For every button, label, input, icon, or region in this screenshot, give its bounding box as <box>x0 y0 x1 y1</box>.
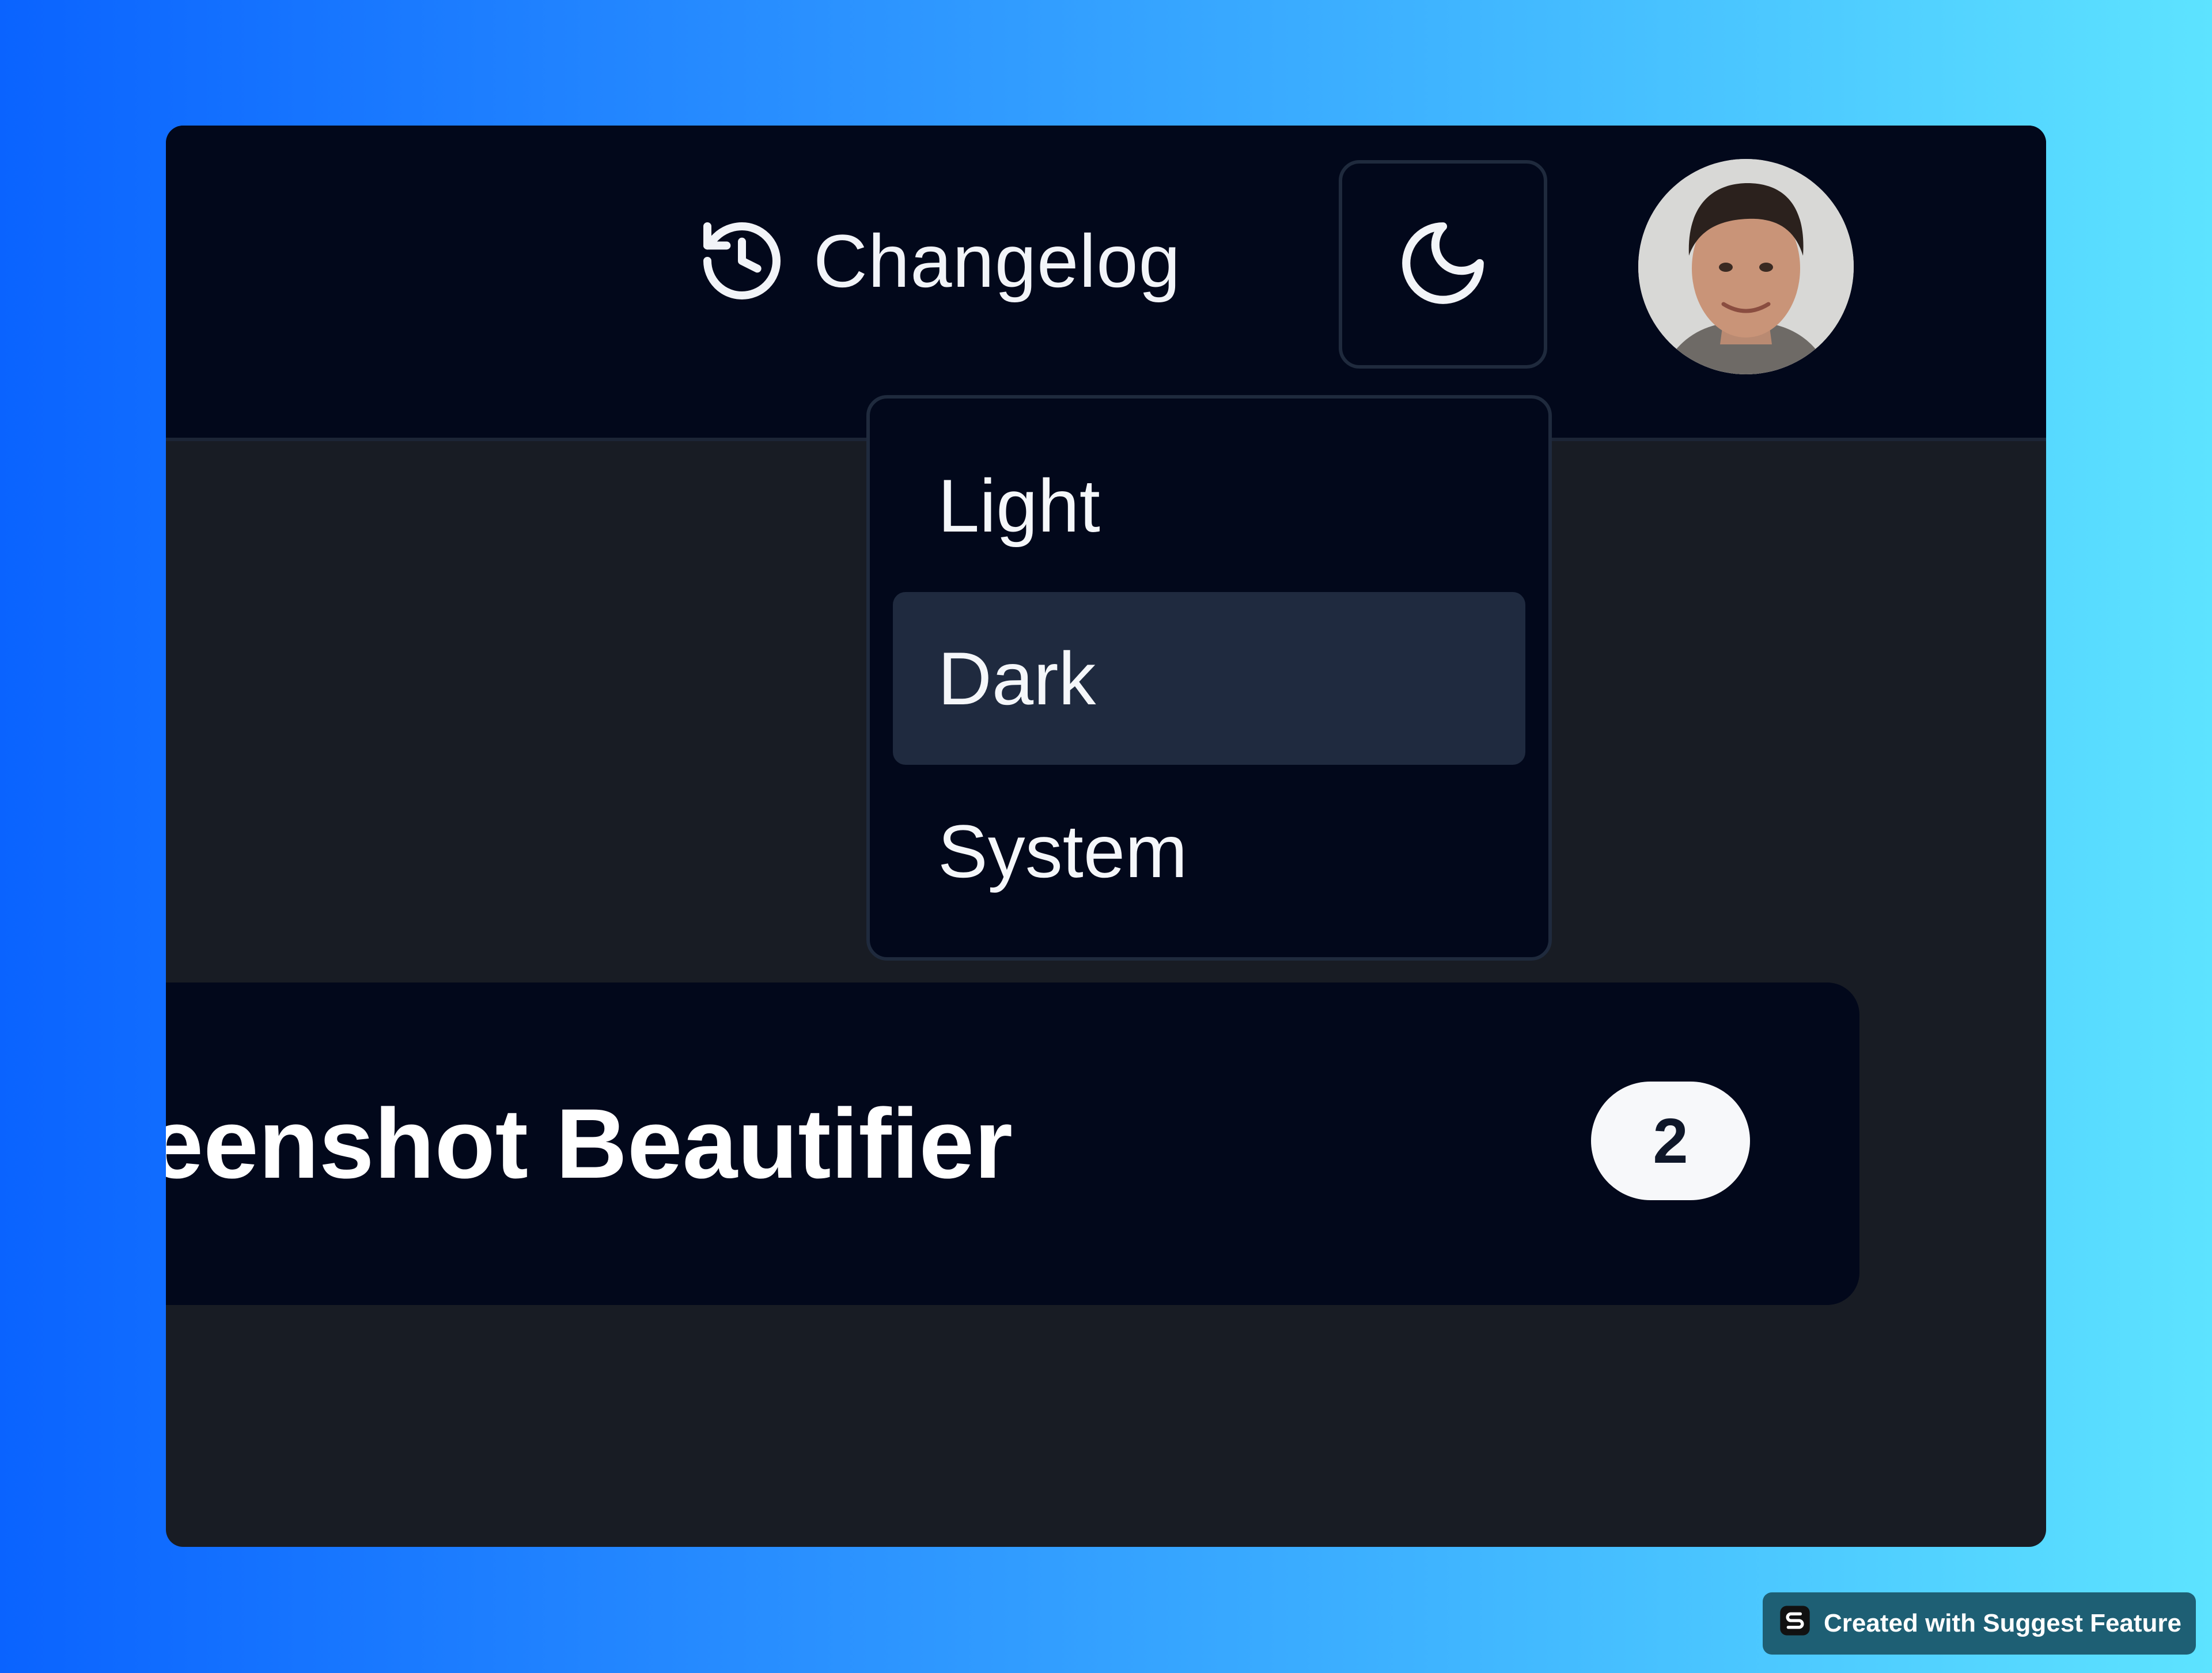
top-navigation-bar: Changelog <box>166 126 2046 441</box>
project-card[interactable]: Screenshot Beautifier 2 <box>166 982 1859 1305</box>
theme-option-system[interactable]: System <box>893 765 1525 938</box>
changelog-link[interactable]: Changelog <box>696 212 1181 310</box>
theme-toggle-button[interactable] <box>1339 160 1547 369</box>
suggest-feature-logo <box>1779 1604 1811 1643</box>
theme-option-dark[interactable]: Dark <box>893 592 1525 765</box>
user-avatar[interactable] <box>1638 159 1854 374</box>
app-window: Changelog Screenshot Beautifier <box>166 126 2046 1547</box>
count-badge: 2 <box>1591 1082 1750 1200</box>
history-icon <box>696 215 788 307</box>
theme-option-light[interactable]: Light <box>893 419 1525 592</box>
created-with-badge[interactable]: Created with Suggest Feature <box>1763 1592 2196 1655</box>
project-title: Screenshot Beautifier <box>166 1088 1013 1199</box>
changelog-label: Changelog <box>813 219 1181 303</box>
created-with-text: Created with Suggest Feature <box>1824 1609 2182 1637</box>
theme-dropdown-menu: Light Dark System <box>866 395 1552 961</box>
moon-icon <box>1394 214 1492 315</box>
